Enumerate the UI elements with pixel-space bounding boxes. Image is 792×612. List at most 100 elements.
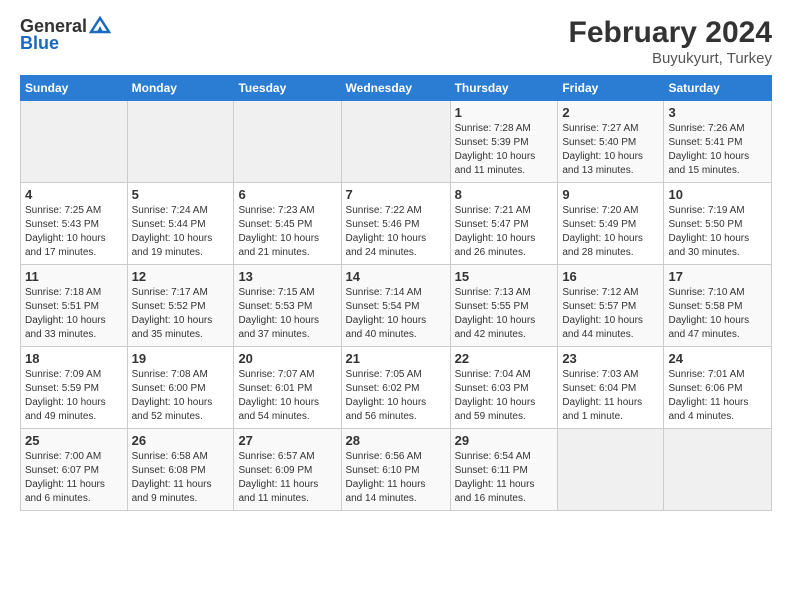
- header: General Blue February 2024 Buyukyurt, Tu…: [20, 16, 772, 67]
- day-cell: 9 Sunrise: 7:20 AM Sunset: 5:49 PM Daylig…: [558, 183, 664, 265]
- day-cell: 19 Sunrise: 7:08 AM Sunset: 6:00 PM Dayli…: [127, 347, 234, 429]
- day-number: 8: [455, 187, 554, 202]
- day-info: Sunrise: 7:25 AM Sunset: 5:43 PM Dayligh…: [25, 204, 123, 260]
- day-number: 5: [132, 187, 230, 202]
- day-info: Sunrise: 7:00 AM Sunset: 6:07 PM Dayligh…: [25, 450, 123, 506]
- day-cell: 24 Sunrise: 7:01 AM Sunset: 6:06 PM Dayli…: [664, 347, 772, 429]
- day-info: Sunrise: 7:09 AM Sunset: 5:59 PM Dayligh…: [25, 368, 123, 424]
- day-cell: [127, 101, 234, 183]
- day-number: 17: [668, 269, 767, 284]
- day-cell: 11 Sunrise: 7:18 AM Sunset: 5:51 PM Dayli…: [21, 265, 128, 347]
- day-number: 6: [238, 187, 336, 202]
- day-number: 26: [132, 433, 230, 448]
- day-info: Sunrise: 7:05 AM Sunset: 6:02 PM Dayligh…: [346, 368, 446, 424]
- day-info: Sunrise: 7:01 AM Sunset: 6:06 PM Dayligh…: [668, 368, 767, 424]
- day-cell: [341, 101, 450, 183]
- day-number: 27: [238, 433, 336, 448]
- day-cell: 25 Sunrise: 7:00 AM Sunset: 6:07 PM Dayli…: [21, 429, 128, 511]
- day-info: Sunrise: 7:14 AM Sunset: 5:54 PM Dayligh…: [346, 286, 446, 342]
- day-number: 15: [455, 269, 554, 284]
- subtitle: Buyukyurt, Turkey: [569, 50, 772, 67]
- header-cell-friday: Friday: [558, 76, 664, 101]
- day-cell: 2 Sunrise: 7:27 AM Sunset: 5:40 PM Daylig…: [558, 101, 664, 183]
- day-number: 10: [668, 187, 767, 202]
- logo: General Blue: [20, 16, 111, 54]
- day-cell: [558, 429, 664, 511]
- main-title: February 2024: [569, 16, 772, 50]
- day-cell: 3Sunrise: 7:26 AM Sunset: 5:41 PM Daylig…: [664, 101, 772, 183]
- day-info: Sunrise: 7:17 AM Sunset: 5:52 PM Dayligh…: [132, 286, 230, 342]
- day-number: 24: [668, 351, 767, 366]
- calendar-table: SundayMondayTuesdayWednesdayThursdayFrid…: [20, 75, 772, 511]
- day-info: Sunrise: 7:28 AM Sunset: 5:39 PM Dayligh…: [455, 122, 554, 178]
- day-number: 18: [25, 351, 123, 366]
- day-cell: 15 Sunrise: 7:13 AM Sunset: 5:55 PM Dayli…: [450, 265, 558, 347]
- day-info: Sunrise: 6:56 AM Sunset: 6:10 PM Dayligh…: [346, 450, 446, 506]
- header-cell-wednesday: Wednesday: [341, 76, 450, 101]
- day-info: Sunrise: 7:24 AM Sunset: 5:44 PM Dayligh…: [132, 204, 230, 260]
- week-row-1: 4 Sunrise: 7:25 AM Sunset: 5:43 PM Daylig…: [21, 183, 772, 265]
- day-number: 12: [132, 269, 230, 284]
- day-info: Sunrise: 7:26 AM Sunset: 5:41 PM Dayligh…: [668, 122, 767, 178]
- day-info: Sunrise: 7:20 AM Sunset: 5:49 PM Dayligh…: [562, 204, 659, 260]
- day-number: 23: [562, 351, 659, 366]
- day-number: 4: [25, 187, 123, 202]
- header-cell-monday: Monday: [127, 76, 234, 101]
- week-row-3: 18 Sunrise: 7:09 AM Sunset: 5:59 PM Dayli…: [21, 347, 772, 429]
- day-cell: 23 Sunrise: 7:03 AM Sunset: 6:04 PM Dayli…: [558, 347, 664, 429]
- day-cell: 10 Sunrise: 7:19 AM Sunset: 5:50 PM Dayli…: [664, 183, 772, 265]
- day-info: Sunrise: 7:12 AM Sunset: 5:57 PM Dayligh…: [562, 286, 659, 342]
- logo-icon: [89, 16, 111, 34]
- day-cell: 4 Sunrise: 7:25 AM Sunset: 5:43 PM Daylig…: [21, 183, 128, 265]
- day-cell: [21, 101, 128, 183]
- header-cell-tuesday: Tuesday: [234, 76, 341, 101]
- day-cell: 26 Sunrise: 6:58 AM Sunset: 6:08 PM Dayli…: [127, 429, 234, 511]
- day-cell: 14 Sunrise: 7:14 AM Sunset: 5:54 PM Dayli…: [341, 265, 450, 347]
- week-row-0: 1Sunrise: 7:28 AM Sunset: 5:39 PM Daylig…: [21, 101, 772, 183]
- day-info: Sunrise: 7:07 AM Sunset: 6:01 PM Dayligh…: [238, 368, 336, 424]
- day-cell: 6Sunrise: 7:23 AM Sunset: 5:45 PM Daylig…: [234, 183, 341, 265]
- day-number: 19: [132, 351, 230, 366]
- day-info: Sunrise: 6:54 AM Sunset: 6:11 PM Dayligh…: [455, 450, 554, 506]
- day-number: 20: [238, 351, 336, 366]
- day-cell: 17 Sunrise: 7:10 AM Sunset: 5:58 PM Dayli…: [664, 265, 772, 347]
- day-number: 11: [25, 269, 123, 284]
- day-info: Sunrise: 6:58 AM Sunset: 6:08 PM Dayligh…: [132, 450, 230, 506]
- day-number: 16: [562, 269, 659, 284]
- page: General Blue February 2024 Buyukyurt, Tu…: [0, 0, 792, 612]
- day-cell: 22Sunrise: 7:04 AM Sunset: 6:03 PM Dayli…: [450, 347, 558, 429]
- day-cell: [234, 101, 341, 183]
- day-cell: 8Sunrise: 7:21 AM Sunset: 5:47 PM Daylig…: [450, 183, 558, 265]
- day-cell: 28Sunrise: 6:56 AM Sunset: 6:10 PM Dayli…: [341, 429, 450, 511]
- day-number: 9: [562, 187, 659, 202]
- day-number: 2: [562, 105, 659, 120]
- day-info: Sunrise: 7:10 AM Sunset: 5:58 PM Dayligh…: [668, 286, 767, 342]
- day-info: Sunrise: 7:18 AM Sunset: 5:51 PM Dayligh…: [25, 286, 123, 342]
- day-cell: 1Sunrise: 7:28 AM Sunset: 5:39 PM Daylig…: [450, 101, 558, 183]
- day-info: Sunrise: 7:27 AM Sunset: 5:40 PM Dayligh…: [562, 122, 659, 178]
- day-cell: 5 Sunrise: 7:24 AM Sunset: 5:44 PM Daylig…: [127, 183, 234, 265]
- day-cell: 18 Sunrise: 7:09 AM Sunset: 5:59 PM Dayli…: [21, 347, 128, 429]
- title-block: February 2024 Buyukyurt, Turkey: [569, 16, 772, 67]
- day-info: Sunrise: 7:08 AM Sunset: 6:00 PM Dayligh…: [132, 368, 230, 424]
- day-number: 13: [238, 269, 336, 284]
- day-info: Sunrise: 7:19 AM Sunset: 5:50 PM Dayligh…: [668, 204, 767, 260]
- day-cell: 20 Sunrise: 7:07 AM Sunset: 6:01 PM Dayli…: [234, 347, 341, 429]
- day-cell: 16 Sunrise: 7:12 AM Sunset: 5:57 PM Dayli…: [558, 265, 664, 347]
- day-cell: 21Sunrise: 7:05 AM Sunset: 6:02 PM Dayli…: [341, 347, 450, 429]
- day-info: Sunrise: 7:13 AM Sunset: 5:55 PM Dayligh…: [455, 286, 554, 342]
- day-number: 14: [346, 269, 446, 284]
- header-row: SundayMondayTuesdayWednesdayThursdayFrid…: [21, 76, 772, 101]
- day-cell: 27 Sunrise: 6:57 AM Sunset: 6:09 PM Dayli…: [234, 429, 341, 511]
- day-info: Sunrise: 7:04 AM Sunset: 6:03 PM Dayligh…: [455, 368, 554, 424]
- day-info: Sunrise: 7:03 AM Sunset: 6:04 PM Dayligh…: [562, 368, 659, 424]
- day-cell: 13Sunrise: 7:15 AM Sunset: 5:53 PM Dayli…: [234, 265, 341, 347]
- day-number: 7: [346, 187, 446, 202]
- week-row-2: 11 Sunrise: 7:18 AM Sunset: 5:51 PM Dayli…: [21, 265, 772, 347]
- logo-blue: Blue: [20, 33, 59, 54]
- day-info: Sunrise: 6:57 AM Sunset: 6:09 PM Dayligh…: [238, 450, 336, 506]
- day-number: 25: [25, 433, 123, 448]
- day-cell: 7Sunrise: 7:22 AM Sunset: 5:46 PM Daylig…: [341, 183, 450, 265]
- header-cell-sunday: Sunday: [21, 76, 128, 101]
- day-cell: 12 Sunrise: 7:17 AM Sunset: 5:52 PM Dayli…: [127, 265, 234, 347]
